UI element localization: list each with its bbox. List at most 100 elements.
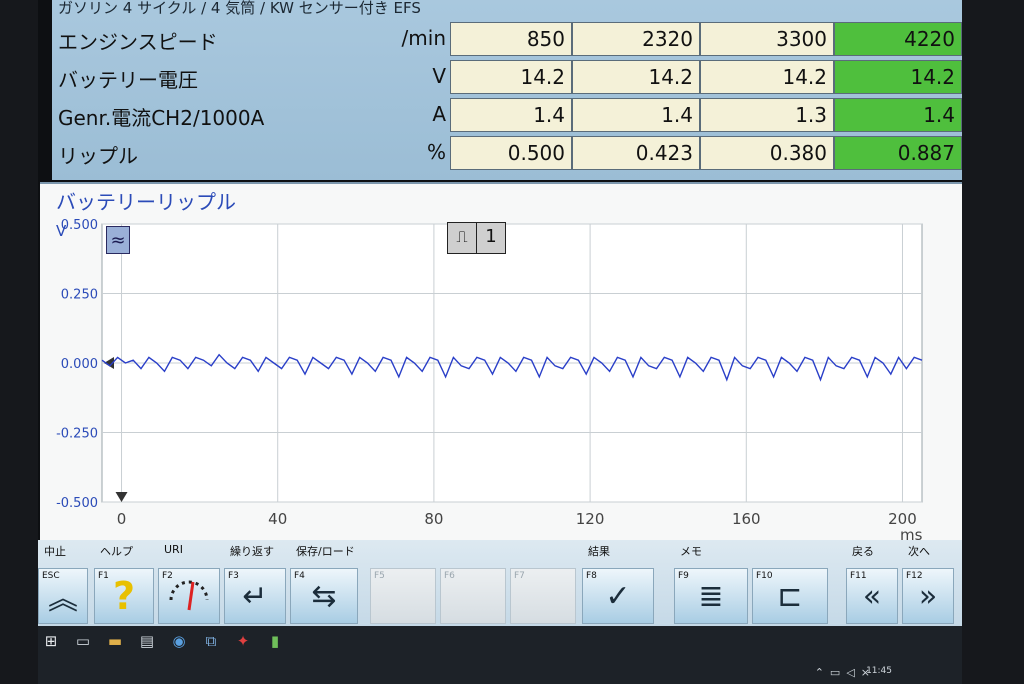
save-load-arrows-icon: ⇆ — [311, 578, 337, 614]
function-key-number: F10 — [756, 571, 773, 581]
function-key-number: F2 — [162, 571, 173, 581]
row-unit: /min — [401, 26, 446, 50]
function-key-number: F3 — [228, 571, 239, 581]
function-key-f5: F5 — [370, 568, 436, 624]
function-key-f1[interactable]: F1? — [94, 568, 154, 624]
remote-app-icon[interactable]: ⧉ — [200, 630, 222, 652]
row-ripple: リップル % 0.500 0.423 0.380 0.887 — [52, 134, 962, 172]
function-key-f11[interactable]: F11 « — [846, 568, 898, 624]
row-label: バッテリー電圧 — [58, 68, 198, 92]
value-cell-highlighted: 1.4 — [834, 98, 962, 132]
function-key-label: 繰り返す — [230, 545, 274, 558]
value-cell: 1.4 — [572, 98, 700, 132]
function-key-label: 中止 — [44, 545, 66, 558]
function-key-esc[interactable]: ESC ︽ — [38, 568, 88, 624]
row-generator-current: Genr.電流CH2/1000A A 1.4 1.4 1.3 1.4 — [52, 96, 962, 134]
function-key-number: F11 — [850, 571, 867, 581]
y-axis-unit: V — [56, 222, 67, 240]
disc-app-icon[interactable]: ◉ — [168, 630, 190, 652]
function-key-f8[interactable]: F8 ✓ — [582, 568, 654, 624]
function-key-f4[interactable]: F4 ⇆ — [290, 568, 358, 624]
function-key-number: F4 — [294, 571, 305, 581]
value-cell: 1.4 — [450, 98, 572, 132]
vehicle-title: ガソリン 4 サイクル / 4 気筒 / KW センサー付き EFS — [58, 0, 421, 17]
function-key-label: 保存/ロード — [296, 545, 355, 558]
value-cell: 1.3 — [700, 98, 834, 132]
row-engine-speed: エンジンスピード /min 850 2320 3300 4220 — [52, 20, 962, 58]
rising-edge-trigger-icon: ⎍ — [448, 223, 477, 253]
row-label: リップル — [58, 144, 138, 168]
function-key-label: 戻る — [852, 545, 874, 558]
function-key-f7: F7 — [510, 568, 576, 624]
function-key-label: ヘルプ — [100, 545, 133, 558]
windows-start-icon[interactable]: ⊞ — [40, 630, 62, 652]
windows-taskbar: ⌃▭◁× 11:45 ⊞ ▭ ▬ ▤ ◉ ⧉ ✦ ▮ — [38, 626, 962, 684]
row-battery-voltage: バッテリー電圧 V 14.2 14.2 14.2 14.2 — [52, 58, 962, 96]
pdf-app-icon[interactable]: ✦ — [232, 630, 254, 652]
gauge-icon — [167, 572, 211, 620]
function-key-number: F8 — [586, 571, 597, 581]
battery-app-icon[interactable]: ▮ — [264, 630, 286, 652]
row-unit: V — [432, 64, 446, 88]
function-key-number: ESC — [42, 571, 60, 581]
y-tick-label: 0.500 — [61, 218, 98, 233]
chart-panel: 0 40 80 120 160 200 0.500 0.250 0.000 -0.250 -0.50… — [40, 182, 962, 544]
document-app-icon[interactable]: ▤ — [136, 630, 158, 652]
function-key-number: F12 — [906, 571, 923, 581]
task-view-icon[interactable]: ▭ — [72, 630, 94, 652]
screen: ガソリン 4 サイクル / 4 気筒 / KW センサー付き EFS エンジンス… — [38, 0, 962, 684]
value-cell: 850 — [450, 22, 572, 56]
value-cell: 14.2 — [700, 60, 834, 94]
y-tick-label: 0.250 — [61, 288, 98, 303]
function-key-f2[interactable]: F2 — [158, 568, 220, 624]
value-cell-highlighted: 4220 — [834, 22, 962, 56]
function-key-number: F1 — [98, 571, 109, 581]
value-cell: 14.2 — [572, 60, 700, 94]
value-cell: 14.2 — [450, 60, 572, 94]
function-key-label: 次へ — [908, 545, 930, 558]
function-key-number: F7 — [514, 571, 525, 581]
x-tick-label: 0 — [117, 510, 127, 528]
trigger-channel: 1 — [485, 226, 497, 247]
function-key-bar: ESC ︽ 中止 F1? ヘルプ F2 URI F3 ↵ 繰り返す F4 ⇆ 保存/ロード F5 F6 F7 F… — [38, 540, 962, 626]
chart-title: バッテリーリップル — [56, 190, 236, 214]
row-label: エンジンスピード — [58, 30, 218, 54]
value-cell: 2320 — [572, 22, 700, 56]
function-key-label: URI — [164, 543, 183, 556]
trigger-indicator[interactable]: ⎍ 1 — [447, 222, 506, 254]
measurement-table: ガソリン 4 サイクル / 4 気筒 / KW センサー付き EFS エンジンス… — [52, 0, 962, 180]
question-mark-icon: ? — [112, 574, 136, 618]
row-unit: A — [432, 102, 446, 126]
x-tick-label: 120 — [576, 510, 605, 528]
function-key-f3[interactable]: F3 ↵ — [224, 568, 286, 624]
y-tick-label: -0.250 — [56, 427, 98, 442]
clock: 11:45 — [866, 666, 892, 676]
double-chevron-right-icon: » — [918, 578, 938, 614]
x-tick-label: 160 — [732, 510, 761, 528]
value-cell: 3300 — [700, 22, 834, 56]
results-print-icon: ✓ — [605, 578, 631, 614]
function-key-label: 結果 — [588, 545, 610, 558]
value-cell: 0.423 — [572, 136, 700, 170]
row-unit: % — [426, 140, 446, 164]
tree-structure-icon: ⊏ — [777, 578, 803, 614]
y-tick-label: -0.500 — [56, 496, 98, 511]
file-explorer-icon[interactable]: ▬ — [104, 630, 126, 652]
x-tick-label: 40 — [268, 510, 287, 528]
memo-document-icon: ≣ — [698, 578, 724, 614]
value-cell: 0.500 — [450, 136, 572, 170]
row-label: Genr.電流CH2/1000A — [58, 106, 265, 130]
function-key-f6: F6 — [440, 568, 506, 624]
ac-wave-icon[interactable]: ≈ — [106, 226, 130, 254]
y-tick-label: 0.000 — [61, 357, 98, 372]
value-cell: 0.380 — [700, 136, 834, 170]
value-cell-highlighted: 14.2 — [834, 60, 962, 94]
function-key-f12[interactable]: F12» — [902, 568, 954, 624]
function-key-number: F5 — [374, 571, 385, 581]
function-key-f10[interactable]: F10 ⊏ — [752, 568, 828, 624]
function-key-number: F9 — [678, 571, 689, 581]
x-tick-label: 80 — [424, 510, 443, 528]
function-key-number: F6 — [444, 571, 455, 581]
function-key-f9[interactable]: F9 ≣ — [674, 568, 748, 624]
repeat-arrow-icon: ↵ — [242, 578, 268, 614]
